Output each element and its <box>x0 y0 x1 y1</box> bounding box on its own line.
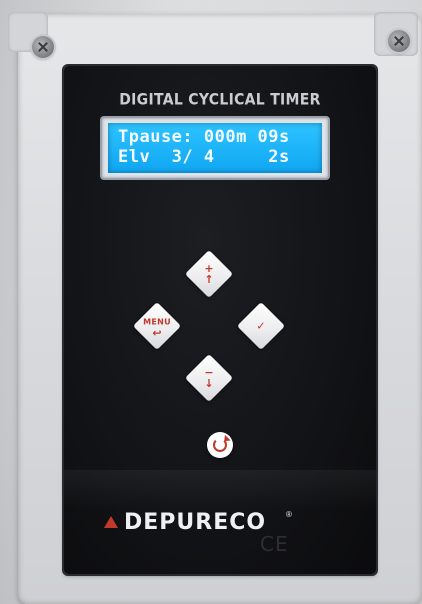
screw-icon <box>388 30 410 52</box>
registered-mark: ® <box>286 510 292 519</box>
up-arrow-icon: + ↑ <box>204 262 214 286</box>
product-title: DIGITAL CYCLICAL TIMER <box>119 90 321 110</box>
lcd-line-2: Elv 3/ 4 2s <box>118 147 290 167</box>
menu-button[interactable]: MENU ↩ <box>132 301 182 351</box>
menu-label: MENU <box>143 317 171 327</box>
confirm-button[interactable]: ✓ <box>236 301 286 351</box>
up-button[interactable]: + ↑ <box>184 249 234 299</box>
brand-triangle-icon <box>104 516 118 528</box>
lcd-bezel: Tpause: 000m 09s Elv 3/ 4 2s <box>102 118 328 178</box>
panel-reflection <box>64 470 376 510</box>
checkmark-icon: ✓ <box>256 319 266 333</box>
ce-mark: CE <box>260 532 289 556</box>
brand-name: DEPURECO <box>124 510 267 535</box>
down-button[interactable]: − ↓ <box>184 353 234 403</box>
down-arrow-icon: − ↓ <box>204 366 214 390</box>
brand-logo: DEPURECO ® <box>64 508 376 538</box>
lcd-line-1: Tpause: 000m 09s <box>118 127 290 147</box>
reset-icon[interactable] <box>207 432 233 458</box>
menu-icon: MENU ↩ <box>143 317 171 340</box>
screw-icon <box>32 36 54 58</box>
lcd-display: Tpause: 000m 09s Elv 3/ 4 2s <box>108 123 322 173</box>
